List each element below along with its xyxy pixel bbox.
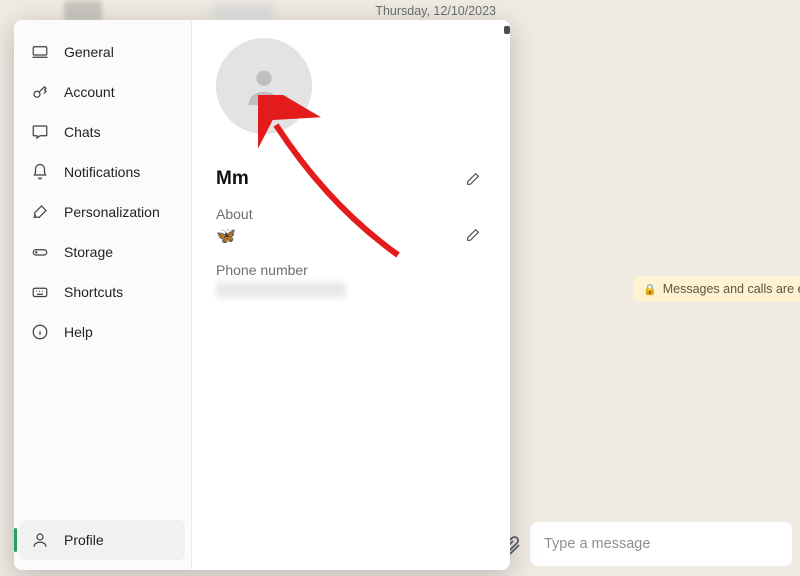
brush-icon [30, 202, 50, 222]
info-icon [30, 322, 50, 342]
sidebar-item-shortcuts[interactable]: Shortcuts [14, 272, 191, 312]
sidebar-item-notifications[interactable]: Notifications [14, 152, 191, 192]
key-icon [30, 82, 50, 102]
profile-avatar[interactable] [216, 38, 312, 134]
keyboard-icon [30, 282, 50, 302]
chat-icon [30, 122, 50, 142]
sidebar-label: Help [64, 324, 93, 340]
lock-icon: 🔒 [643, 283, 657, 296]
chat-list-header: Thursday, 12/10/2023 [60, 0, 500, 22]
chat-date: Thursday, 12/10/2023 [375, 4, 496, 18]
phone-number-redacted [216, 282, 346, 298]
encryption-text: Messages and calls are end-to-end enc [663, 282, 800, 296]
sidebar-item-profile[interactable]: Profile [20, 520, 185, 560]
person-icon [30, 530, 50, 550]
composer-placeholder: Type a message [544, 536, 650, 552]
encryption-notice: 🔒 Messages and calls are end-to-end enc [633, 276, 800, 302]
sidebar-item-account[interactable]: Account [14, 72, 191, 112]
person-silhouette-icon [241, 63, 287, 109]
pencil-icon [465, 227, 481, 243]
pencil-icon [465, 171, 481, 187]
laptop-icon [30, 42, 50, 62]
settings-window: General Account Chats Notifications Pers… [14, 20, 510, 570]
sidebar-item-chats[interactable]: Chats [14, 112, 191, 152]
sidebar-item-general[interactable]: General [14, 32, 191, 72]
about-label: About [216, 206, 486, 222]
storage-icon [30, 242, 50, 262]
phone-label: Phone number [216, 262, 486, 278]
message-composer[interactable]: Type a message [530, 522, 792, 566]
avatar-thumbnail [64, 1, 102, 21]
profile-name: Mm [216, 168, 249, 190]
edit-name-button[interactable] [460, 166, 486, 192]
sidebar-label: Personalization [64, 204, 160, 220]
settings-sidebar: General Account Chats Notifications Pers… [14, 20, 192, 570]
sidebar-label: Shortcuts [64, 284, 123, 300]
sidebar-label: Notifications [64, 164, 140, 180]
sidebar-item-storage[interactable]: Storage [14, 232, 191, 272]
sidebar-item-help[interactable]: Help [14, 312, 191, 352]
sidebar-item-personalization[interactable]: Personalization [14, 192, 191, 232]
sidebar-label: Account [64, 84, 115, 100]
sidebar-label: General [64, 44, 114, 60]
chat-name-blurred [213, 4, 273, 18]
about-value: 🦋 [216, 226, 236, 246]
sidebar-label: Chats [64, 124, 101, 140]
profile-panel: Mm About 🦋 Phone number [192, 20, 510, 570]
sidebar-label: Profile [64, 532, 104, 548]
sidebar-label: Storage [64, 244, 113, 260]
bell-icon [30, 162, 50, 182]
scrollbar-thumb[interactable] [504, 26, 510, 34]
edit-about-button[interactable] [460, 222, 486, 248]
